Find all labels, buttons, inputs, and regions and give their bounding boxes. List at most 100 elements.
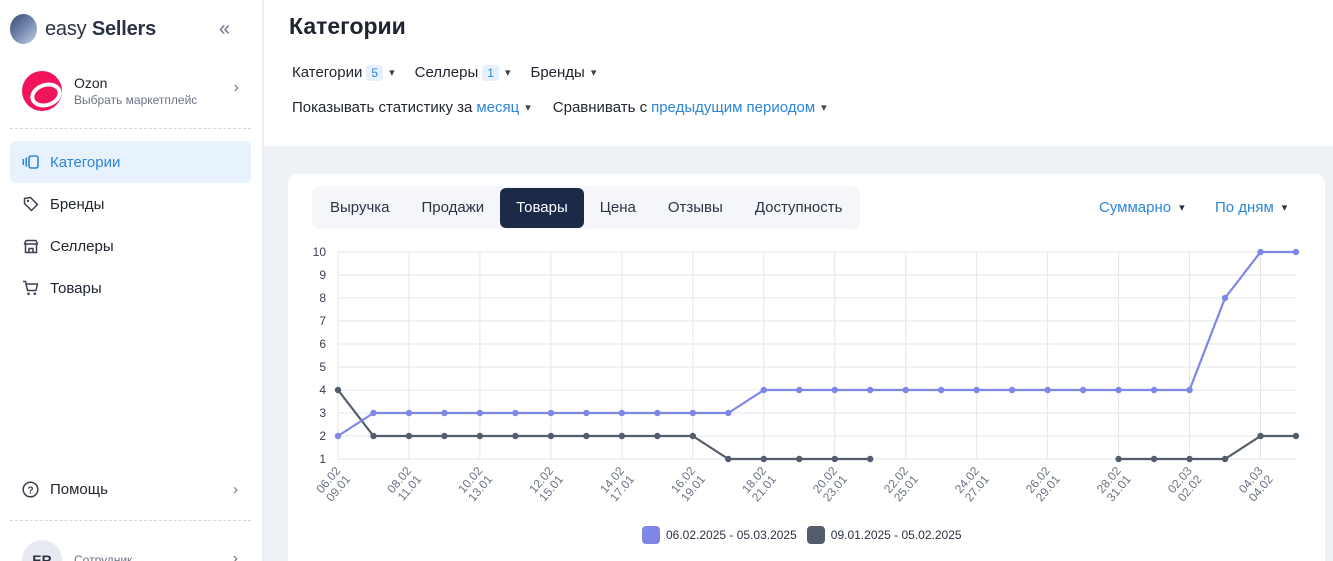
page-header: Категории Категории 5 ▾ Селлеры 1 ▾ Брен… bbox=[264, 0, 1333, 146]
data-point bbox=[1221, 455, 1229, 463]
legend-item-current[interactable]: 06.02.2025 - 05.03.2025 bbox=[642, 526, 797, 544]
period-value: месяц bbox=[476, 99, 520, 116]
x-tick-label: 06.0209.01 bbox=[313, 464, 353, 505]
user-profile[interactable]: ER Сотрудник › bbox=[22, 540, 242, 561]
sidebar-item-brands[interactable]: Бренды bbox=[10, 183, 251, 225]
filter-count-badge: 5 bbox=[366, 64, 384, 81]
data-point bbox=[1257, 432, 1264, 440]
x-tick-label: 18.0221.01 bbox=[739, 464, 779, 505]
data-point bbox=[796, 386, 803, 394]
data-point bbox=[1150, 455, 1158, 463]
legend-swatch-previous bbox=[806, 526, 825, 544]
data-point bbox=[476, 432, 484, 440]
x-tick-label: 08.0211.01 bbox=[384, 464, 424, 505]
marketplace-selector[interactable]: Ozon Выбрать маркетплейс › bbox=[22, 70, 247, 112]
period-selector[interactable]: Показывать статистику за месяц ▾ bbox=[292, 99, 531, 116]
y-tick-label: 3 bbox=[319, 406, 326, 420]
data-point bbox=[831, 455, 838, 463]
marketplace-subtitle: Выбрать маркетплейс bbox=[74, 93, 198, 107]
categories-icon bbox=[22, 154, 39, 171]
x-tick-label: 12.0215.01 bbox=[526, 464, 566, 505]
y-tick-label: 10 bbox=[313, 245, 327, 259]
x-tick-label: 28.0231.01 bbox=[1094, 464, 1134, 505]
compare-selector[interactable]: Сравнивать с предыдущим периодом ▾ bbox=[553, 99, 827, 116]
filter-categories[interactable]: Категории 5 ▾ bbox=[292, 64, 395, 81]
x-tick-label: 22.0225.01 bbox=[881, 464, 921, 505]
data-point bbox=[1292, 248, 1300, 256]
data-point bbox=[583, 432, 590, 440]
sidebar-item-products[interactable]: Товары bbox=[10, 267, 251, 309]
y-tick-label: 2 bbox=[319, 429, 326, 443]
data-point bbox=[689, 409, 697, 417]
data-point bbox=[831, 386, 838, 394]
sidebar-item-label: Бренды bbox=[50, 195, 105, 213]
tag-icon bbox=[22, 196, 39, 213]
filter-sellers[interactable]: Селлеры 1 ▾ bbox=[415, 64, 511, 81]
legend-swatch-current bbox=[642, 526, 660, 544]
ozon-logo-icon bbox=[22, 71, 62, 111]
legend-label: 06.02.2025 - 05.03.2025 bbox=[666, 528, 797, 542]
chevron-down-icon: ▾ bbox=[525, 102, 531, 114]
data-point bbox=[334, 432, 342, 440]
series-line bbox=[337, 389, 871, 461]
line-chart: 1 2 3 4 5 6 7 8 9 10 06.0209.01 08.0211.01 10.0213.0… bbox=[313, 245, 1300, 505]
data-point bbox=[725, 455, 732, 463]
x-tick-label: 04.0304.02 bbox=[1236, 464, 1276, 505]
sidebar-divider bbox=[10, 520, 251, 521]
marketplace-name: Ozon bbox=[74, 75, 108, 91]
chevron-right-icon: › bbox=[233, 481, 238, 498]
x-tick-label: 26.0229.01 bbox=[1023, 464, 1063, 505]
chevron-right-icon: › bbox=[233, 79, 239, 96]
data-point bbox=[512, 432, 519, 440]
data-point bbox=[334, 386, 342, 394]
help-menu[interactable]: ? Помощь › bbox=[22, 481, 242, 498]
data-point bbox=[1079, 386, 1087, 394]
data-point bbox=[441, 432, 448, 440]
y-tick-label: 7 bbox=[319, 314, 326, 328]
data-point bbox=[1186, 386, 1193, 394]
data-point bbox=[618, 432, 626, 440]
data-point bbox=[441, 409, 448, 417]
sidebar-item-sellers[interactable]: Селлеры bbox=[10, 225, 251, 267]
data-point bbox=[867, 386, 874, 394]
collapse-sidebar-icon[interactable]: « bbox=[219, 19, 239, 39]
data-point bbox=[760, 455, 767, 463]
sidebar-item-label: Селлеры bbox=[50, 237, 114, 255]
data-point bbox=[476, 409, 484, 417]
data-point bbox=[902, 386, 909, 394]
period-label: Показывать статистику за bbox=[292, 99, 473, 116]
page-title: Категории bbox=[289, 13, 406, 39]
help-icon: ? bbox=[22, 481, 39, 498]
x-tick-label: 14.0217.01 bbox=[597, 464, 637, 505]
data-point bbox=[1008, 386, 1016, 394]
legend-item-previous[interactable]: 09.01.2025 - 05.02.2025 bbox=[806, 526, 962, 544]
data-point bbox=[370, 409, 377, 417]
y-tick-label: 4 bbox=[319, 383, 326, 397]
data-point bbox=[1115, 386, 1122, 394]
x-tick-label: 20.0223.01 bbox=[810, 464, 850, 505]
filter-label: Селлеры bbox=[414, 64, 479, 81]
x-tick-label: 02.0302.02 bbox=[1165, 464, 1205, 505]
compare-value: предыдущим периодом bbox=[651, 99, 816, 116]
app-logo[interactable]: easy Sellers bbox=[10, 14, 156, 44]
sidebar-item-label: Товары bbox=[50, 279, 102, 297]
filter-label: Бренды bbox=[530, 64, 585, 81]
chart-legend: 06.02.2025 - 05.03.2025 09.01.2025 - 05.… bbox=[642, 526, 962, 544]
y-tick-label: 8 bbox=[319, 291, 326, 305]
sidebar-item-categories[interactable]: Категории bbox=[10, 141, 251, 183]
period-bar: Показывать статистику за месяц ▾ Сравнив… bbox=[292, 99, 827, 116]
legend-label: 09.01.2025 - 05.02.2025 bbox=[830, 528, 962, 542]
data-point bbox=[654, 432, 661, 440]
cart-icon bbox=[22, 280, 39, 297]
chevron-right-icon: › bbox=[232, 550, 238, 561]
data-point bbox=[1150, 386, 1158, 394]
data-point bbox=[654, 409, 661, 417]
compare-label: Сравнивать с bbox=[552, 99, 648, 116]
svg-text:?: ? bbox=[27, 485, 33, 496]
data-point bbox=[973, 386, 980, 394]
data-point bbox=[689, 432, 697, 440]
filter-brands[interactable]: Бренды ▾ bbox=[530, 64, 596, 81]
data-point bbox=[1115, 455, 1122, 463]
data-point bbox=[583, 409, 590, 417]
data-point bbox=[512, 409, 519, 417]
